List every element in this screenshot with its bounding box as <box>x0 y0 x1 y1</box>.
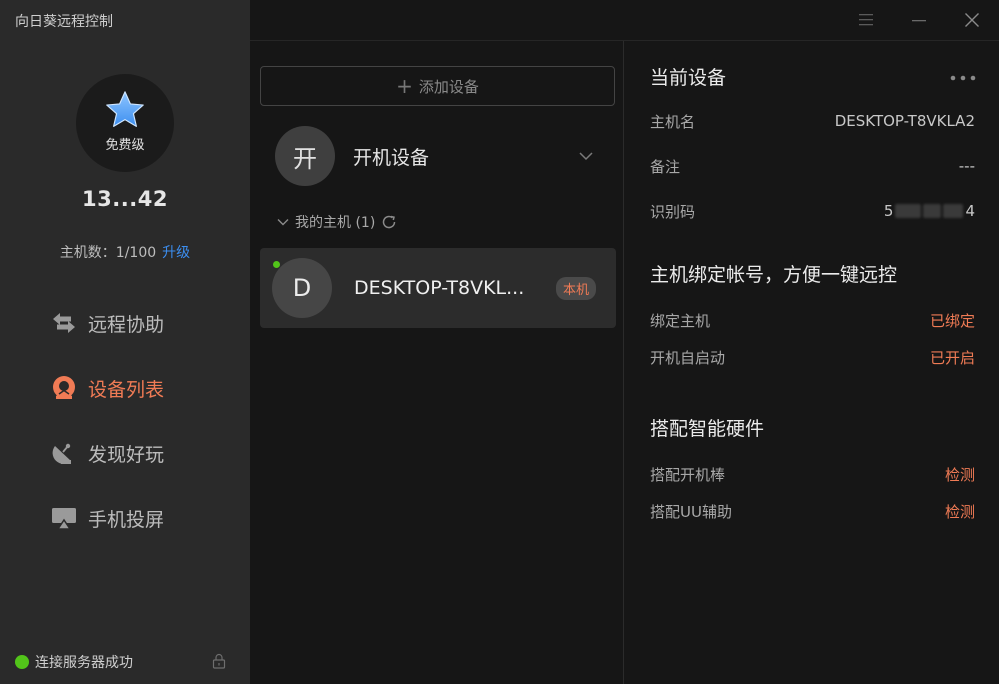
redacted-block <box>923 204 942 218</box>
lock-icon[interactable] <box>211 653 227 673</box>
device-avatar: D <box>272 258 332 318</box>
power-stick-key: 搭配开机棒 <box>650 465 726 484</box>
bound-host-row: 绑定主机 已绑定 <box>650 310 975 330</box>
chevron-down-icon <box>277 219 289 226</box>
screen-mirror-icon <box>50 505 78 531</box>
device-list-icon <box>50 375 78 401</box>
refresh-icon[interactable] <box>381 214 397 230</box>
group-avatar: 开 <box>275 126 335 186</box>
power-stick-row: 搭配开机棒 检测 <box>650 464 975 484</box>
uu-assist-row: 搭配UU辅助 检测 <box>650 501 975 521</box>
redacted-block <box>943 204 964 218</box>
device-item[interactable]: D DESKTOP-T8VKL... 本机 <box>260 248 616 328</box>
sidebar: 向日葵远程控制 免费级 13...42 主机数：1/100 升级 远程协助 设备… <box>0 0 250 684</box>
menu-icon <box>858 14 873 26</box>
add-device-label: 添加设备 <box>418 77 479 96</box>
nav-discover[interactable]: 发现好玩 <box>50 438 164 468</box>
note-value: --- <box>958 157 975 175</box>
uu-assist-key: 搭配UU辅助 <box>650 502 732 521</box>
this-device-badge: 本机 <box>555 277 596 300</box>
nav-device-list[interactable]: 设备列表 <box>50 373 164 403</box>
close-icon <box>965 13 980 27</box>
device-avatar-char: D <box>292 274 312 302</box>
autostart-key: 开机自启动 <box>650 348 726 367</box>
nav-remote-assist-label: 远程协助 <box>88 313 165 336</box>
device-code-value: 5 4 <box>884 202 975 220</box>
status-bar: 连接服务器成功 <box>15 652 235 672</box>
minimize-button[interactable] <box>892 0 945 40</box>
status-text: 连接服务器成功 <box>35 655 133 671</box>
add-device-button[interactable]: + 添加设备 <box>260 66 615 106</box>
plus-icon: + <box>396 74 413 98</box>
nav-screen-mirror[interactable]: 手机投屏 <box>50 503 164 533</box>
chevron-down-icon[interactable] <box>579 146 593 165</box>
autostart-value[interactable]: 已开启 <box>930 347 975 368</box>
autostart-row: 开机自启动 已开启 <box>650 347 975 367</box>
hostname-row: 主机名 DESKTOP-T8VKLA2 <box>650 111 975 131</box>
nav-screen-mirror-label: 手机投屏 <box>88 508 165 531</box>
minimize-icon <box>912 20 926 22</box>
nav-device-list-label: 设备列表 <box>88 378 165 401</box>
note-key: 备注 <box>650 157 681 176</box>
device-details-panel: 当前设备 主机名 DESKTOP-T8VKLA2 备注 --- 识别码 5 4 … <box>624 41 999 684</box>
avatar[interactable]: 免费级 <box>76 74 174 172</box>
user-id: 13...42 <box>82 187 168 211</box>
close-button[interactable] <box>946 0 999 40</box>
more-icon[interactable] <box>949 67 977 86</box>
subgroup-my-hosts[interactable]: 我的主机 (1) <box>277 211 397 233</box>
app-title: 向日葵远程控制 <box>15 14 113 30</box>
online-indicator <box>273 261 280 268</box>
group-title: 开机设备 <box>353 146 430 169</box>
host-count-label: 主机数：1/100 <box>59 245 157 261</box>
binding-title: 主机绑定帐号，方便一键远控 <box>650 264 898 286</box>
note-row: 备注 --- <box>650 156 975 176</box>
current-device-title: 当前设备 <box>650 67 727 89</box>
remote-assist-icon <box>50 310 78 336</box>
hostname-value: DESKTOP-T8VKLA2 <box>834 112 975 130</box>
discover-icon <box>50 440 78 466</box>
subgroup-label: 我的主机 (1) <box>295 215 376 231</box>
nav-discover-label: 发现好玩 <box>88 443 165 466</box>
hostname-key: 主机名 <box>650 112 696 131</box>
upgrade-link[interactable]: 升级 <box>162 245 190 261</box>
group-powered-on-devices[interactable]: 开 开机设备 <box>275 126 615 186</box>
bound-host-value[interactable]: 已绑定 <box>930 310 975 331</box>
device-code-key: 识别码 <box>650 202 696 221</box>
device-code-prefix: 5 <box>883 202 894 220</box>
host-count: 主机数：1/100 升级 <box>0 242 250 262</box>
redacted-block <box>895 204 922 218</box>
device-code-suffix: 4 <box>965 202 975 220</box>
star-icon <box>106 90 144 127</box>
device-code-row: 识别码 5 4 <box>650 201 975 221</box>
power-stick-detect-link[interactable]: 检测 <box>945 464 975 485</box>
status-dot <box>15 655 29 669</box>
device-list-panel: + 添加设备 开 开机设备 我的主机 (1) D DESKTOP-T8VKL..… <box>250 41 623 684</box>
uu-assist-detect-link[interactable]: 检测 <box>945 501 975 522</box>
tier-label: 免费级 <box>105 137 145 153</box>
device-name: DESKTOP-T8VKL... <box>354 277 525 299</box>
bound-host-key: 绑定主机 <box>650 311 711 330</box>
window-controls <box>839 0 999 40</box>
nav-remote-assist[interactable]: 远程协助 <box>50 308 164 338</box>
hardware-title: 搭配智能硬件 <box>650 418 765 440</box>
menu-button[interactable] <box>839 0 892 40</box>
